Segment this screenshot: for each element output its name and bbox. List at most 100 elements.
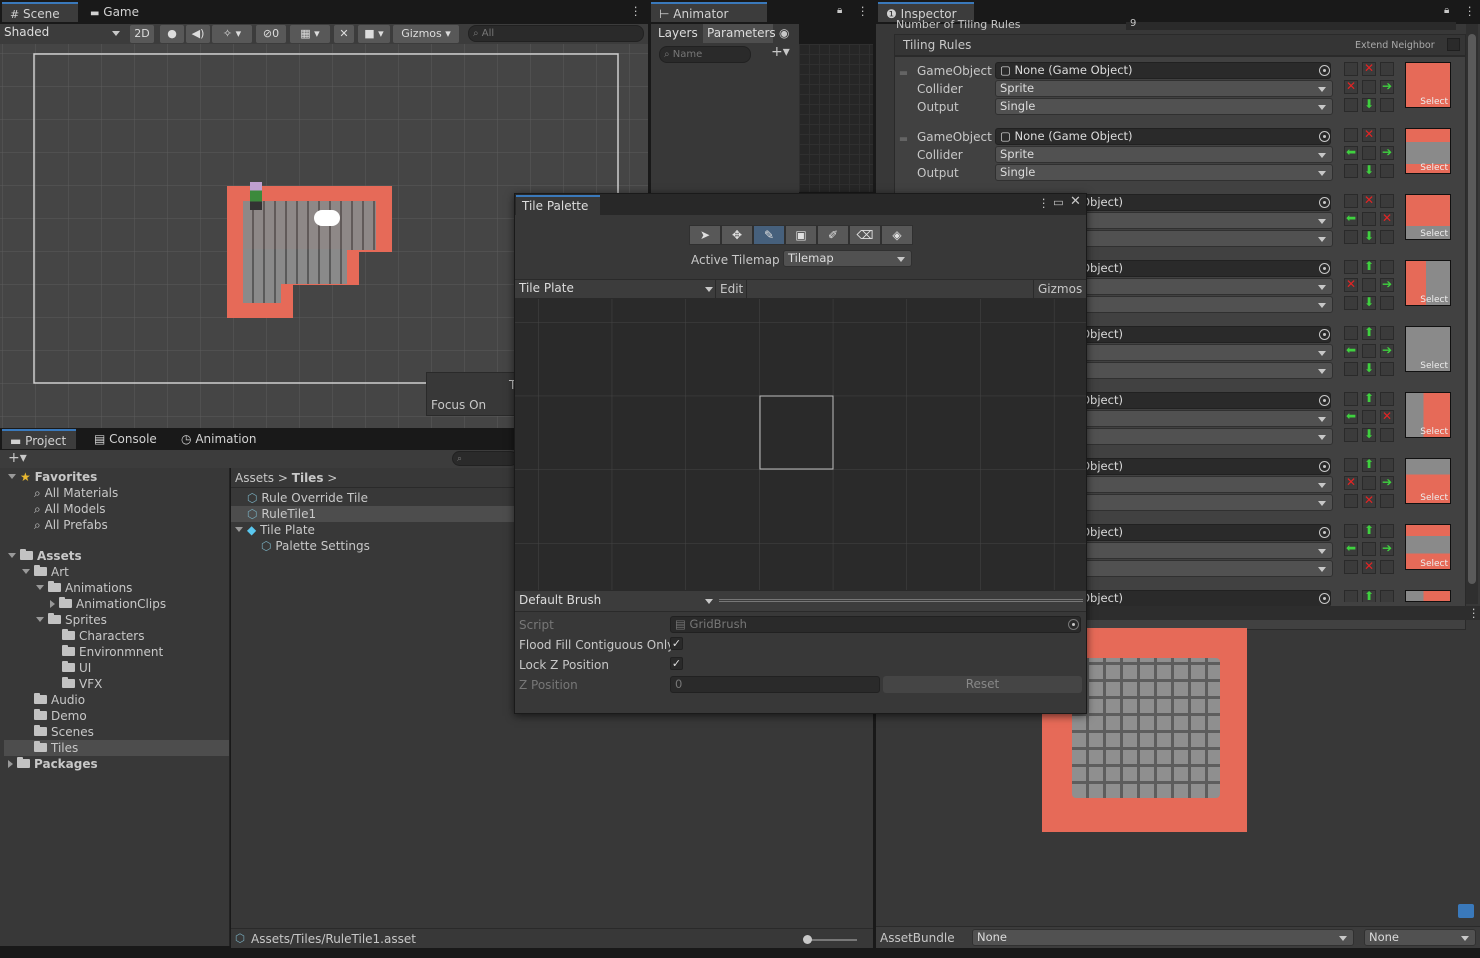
gameobject-field[interactable]: Object) xyxy=(1076,458,1331,475)
project-search-input[interactable]: ⌕ xyxy=(452,451,518,466)
object-picker-icon[interactable] xyxy=(1319,593,1330,604)
picker-tool-icon[interactable]: ✐ xyxy=(817,225,849,245)
fill-tool-icon[interactable]: ◈ xyxy=(881,225,913,245)
object-picker-icon[interactable] xyxy=(1319,65,1330,76)
gizmos-dropdown[interactable]: Gizmos ▾ xyxy=(393,25,459,43)
tree-scenes[interactable]: Scenes xyxy=(34,724,94,740)
tree-animation-clips[interactable]: AnimationClips xyxy=(50,596,166,612)
select-tool-icon[interactable]: ➤ xyxy=(689,225,721,245)
lighting-icon[interactable]: ● xyxy=(160,25,184,43)
tree-vfx[interactable]: VFX xyxy=(62,676,102,692)
tree-ui[interactable]: UI xyxy=(62,660,91,676)
eraser-tool-icon[interactable]: ⌫ xyxy=(849,225,881,245)
assetbundle-dropdown[interactable]: None xyxy=(972,929,1354,946)
output-dropdown[interactable] xyxy=(1076,428,1333,445)
tab-scene[interactable]: # Scene xyxy=(2,2,78,22)
scene-menu-icon[interactable]: ⋮ xyxy=(630,4,642,18)
tab-project[interactable]: ▬ Project xyxy=(2,429,76,449)
edit-button[interactable]: Edit xyxy=(715,280,747,298)
tab-animator[interactable]: ⊢ Animator xyxy=(651,2,767,22)
sprite-thumbnail[interactable]: Select xyxy=(1405,62,1451,108)
sprite-thumbnail[interactable]: Select xyxy=(1405,128,1451,174)
palette-gizmos-button[interactable]: Gizmos xyxy=(1033,280,1086,298)
maximize-icon[interactable]: ▭ xyxy=(1053,195,1064,209)
active-tilemap-dropdown[interactable]: Tilemap xyxy=(783,250,912,267)
neighbor-grid[interactable]: ✕ ✕ ➔ ⬇ xyxy=(1344,62,1398,116)
grid-snap-icon[interactable]: ▦ ▾ xyxy=(290,25,330,43)
gameobject-field[interactable]: Object) xyxy=(1076,392,1331,409)
output-dropdown[interactable] xyxy=(1076,362,1333,379)
favorites-header[interactable]: ★ Favorites xyxy=(8,469,97,485)
collider-dropdown[interactable] xyxy=(1076,344,1333,361)
output-dropdown[interactable] xyxy=(1076,560,1333,577)
inspector-menu-icon[interactable]: ⋮ xyxy=(1464,4,1476,18)
add-parameter-icon[interactable]: +▾ xyxy=(771,44,790,60)
animator-graph[interactable] xyxy=(799,44,873,192)
sprite-thumbnail[interactable]: Select xyxy=(1405,392,1451,438)
close-icon[interactable]: ✕ xyxy=(1070,194,1081,209)
tab-parameters[interactable]: Parameters xyxy=(703,24,776,43)
rule-drag-handle[interactable]: ═ xyxy=(900,66,907,80)
brush-splitter[interactable] xyxy=(719,599,1083,602)
neighbor-grid[interactable]: ✕ ⬅ ➔ ⬇ xyxy=(1344,128,1398,182)
neighbor-grid[interactable]: ⬆ ⬅ ✕ ⬇ xyxy=(1344,392,1398,446)
sprite-thumbnail[interactable]: Select xyxy=(1405,194,1451,240)
object-picker-icon[interactable] xyxy=(1319,527,1330,538)
inspector-lock-icon[interactable]: 🔒︎ xyxy=(1444,5,1449,16)
eye-icon[interactable]: ◉ xyxy=(779,26,789,40)
tree-demo[interactable]: Demo xyxy=(34,708,87,724)
output-dropdown[interactable] xyxy=(1076,230,1333,247)
favorite-item[interactable]: ⌕ All Prefabs xyxy=(34,517,108,533)
file-item[interactable]: ⬡ RuleTile1 xyxy=(247,506,316,522)
collider-dropdown[interactable]: Sprite xyxy=(995,80,1333,97)
parameter-search-input[interactable]: ⌕ Name xyxy=(659,46,751,63)
gameobject-field[interactable]: Object) xyxy=(1076,194,1331,211)
tree-sprites[interactable]: Sprites xyxy=(36,612,107,628)
tree-environment[interactable]: Environmnent xyxy=(62,644,163,660)
tree-animations[interactable]: Animations xyxy=(36,580,132,596)
tab-game[interactable]: ▬ Game xyxy=(82,2,147,22)
collider-dropdown[interactable] xyxy=(1076,410,1333,427)
neighbor-grid[interactable]: ⬆ ⬅ ➔ ✕ xyxy=(1344,524,1398,578)
file-item[interactable]: ⬡ Palette Settings xyxy=(261,538,370,554)
lock-z-checkbox[interactable]: ✓ xyxy=(670,657,683,670)
brush-dropdown[interactable]: Default Brush xyxy=(519,593,715,610)
add-asset-icon[interactable]: +▾ xyxy=(8,450,27,466)
rules-count-field[interactable]: 9 xyxy=(1126,19,1456,30)
animator-menu-icon[interactable]: ⋮ xyxy=(857,4,869,18)
file-item[interactable]: ⬡ Rule Override Tile xyxy=(247,490,368,506)
object-picker-icon[interactable] xyxy=(1319,395,1330,406)
favorite-item[interactable]: ⌕ All Models xyxy=(34,501,106,517)
tab-console[interactable]: ▤ Console xyxy=(86,429,165,449)
tree-tiles[interactable]: Tiles xyxy=(34,740,78,756)
palette-grid[interactable] xyxy=(515,299,1086,590)
tab-layers[interactable]: Layers xyxy=(653,24,703,43)
move-tool-icon[interactable]: ✥ xyxy=(721,225,753,245)
object-picker-icon[interactable] xyxy=(1319,263,1330,274)
gameobject-field[interactable]: Object) xyxy=(1076,326,1331,343)
neighbor-grid[interactable]: ⬆ ⬅ ➔ ⬇ xyxy=(1344,326,1398,380)
audio-icon[interactable]: ◀) xyxy=(186,25,210,43)
sprite-thumbnail[interactable]: Select xyxy=(1405,326,1451,372)
object-picker-icon[interactable] xyxy=(1319,329,1330,340)
sprite-thumbnail[interactable] xyxy=(1405,590,1451,602)
file-item[interactable]: ◆ Tile Plate xyxy=(235,522,315,538)
output-dropdown[interactable] xyxy=(1076,494,1333,511)
favorite-item[interactable]: ⌕ All Materials xyxy=(34,485,118,501)
breadcrumb-assets[interactable]: Assets xyxy=(235,471,274,485)
asset-label-icon[interactable] xyxy=(1458,904,1474,918)
box-fill-tool-icon[interactable]: ▣ xyxy=(785,225,817,245)
effects-icon[interactable]: ✧ ▾ xyxy=(212,25,252,43)
sprite-thumbnail[interactable]: Select xyxy=(1405,524,1451,570)
palette-menu-icon[interactable]: ⋮ xyxy=(1038,196,1050,210)
neighbor-grid[interactable]: ⬆ ✕ ➔ ✕ xyxy=(1344,458,1398,512)
gameobject-field[interactable]: ▢ None (Game Object) xyxy=(995,128,1331,145)
neighbor-grid[interactable]: ⬆ xyxy=(1344,590,1398,602)
object-picker-icon[interactable] xyxy=(1319,131,1330,142)
preview-menu-icon[interactable]: ⋮ xyxy=(1468,606,1480,620)
neighbor-grid[interactable]: ✕ ⬅ ✕ ⬇ xyxy=(1344,194,1398,248)
extend-neighbor-checkbox[interactable] xyxy=(1447,38,1460,51)
output-dropdown[interactable]: Single xyxy=(995,164,1333,181)
icon-size-slider[interactable] xyxy=(803,935,857,944)
tools-icon[interactable]: ✕ xyxy=(334,25,354,43)
